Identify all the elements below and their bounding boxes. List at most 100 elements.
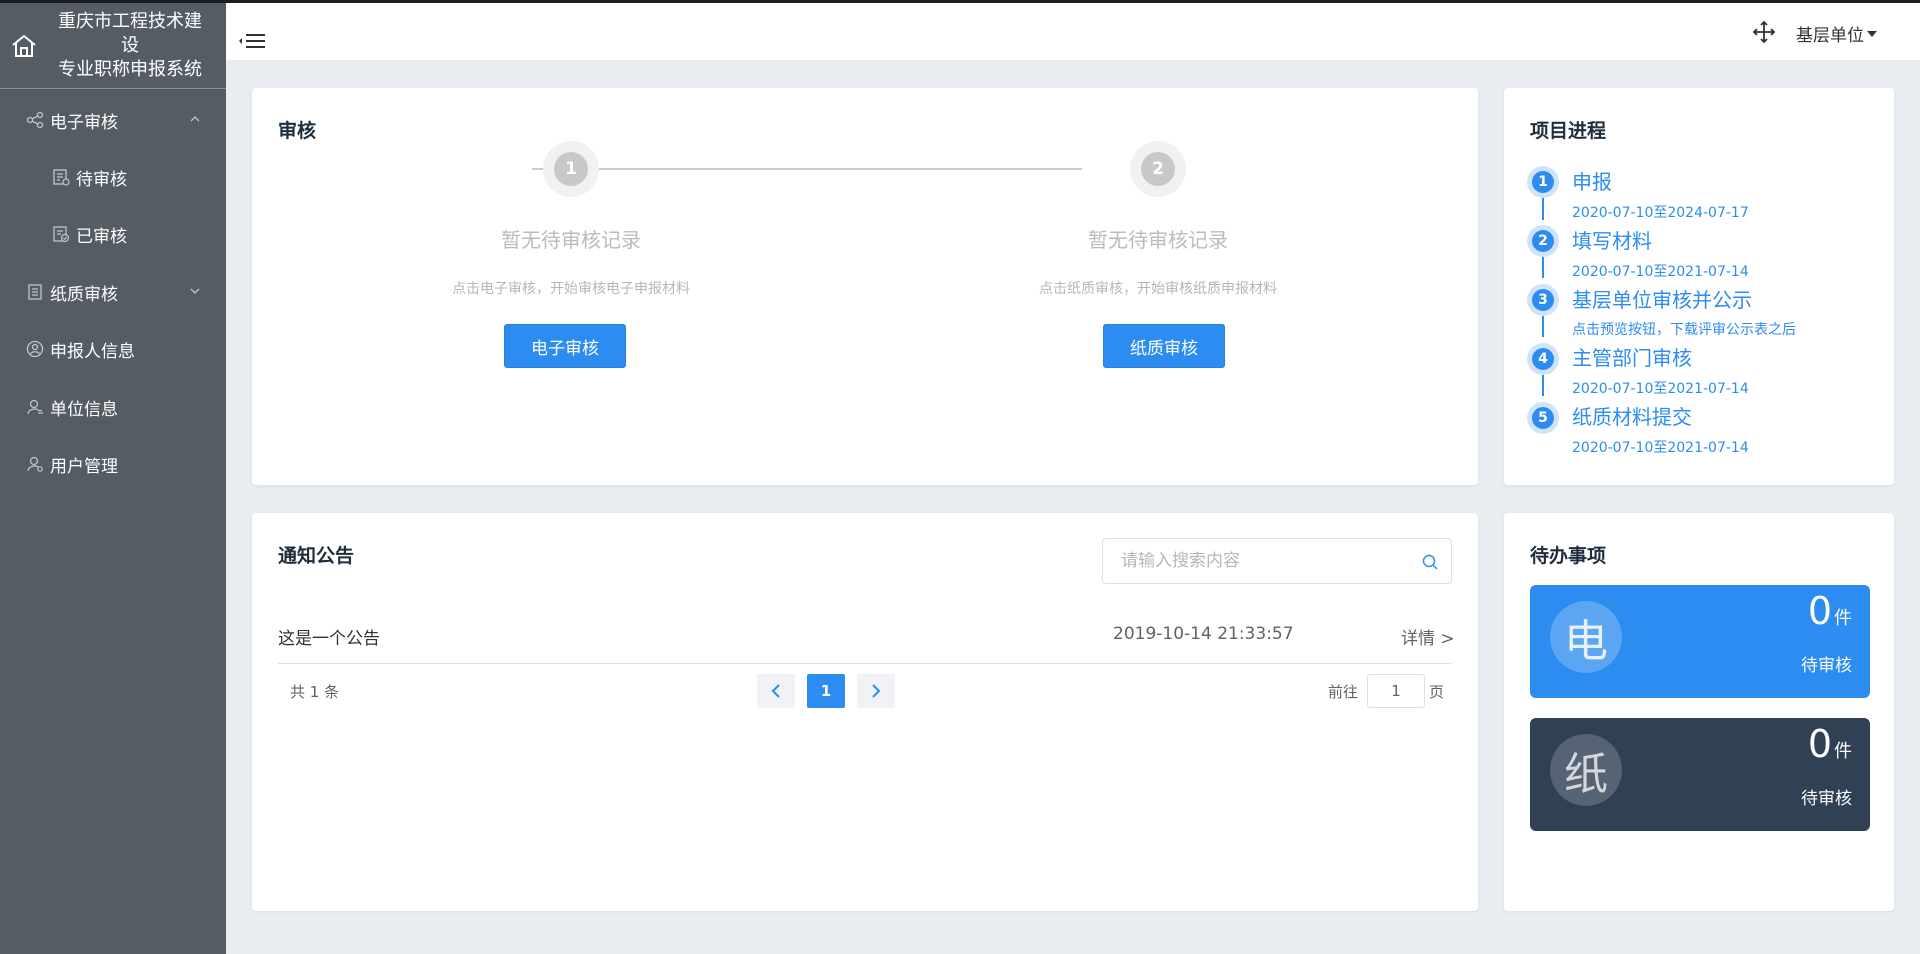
menu-unit-info[interactable]: 单位信息 (0, 379, 226, 435)
chevron-left-icon (771, 684, 780, 698)
notice-row-title[interactable]: 这是一个公告 (278, 624, 380, 649)
pagination-page-current[interactable]: 1 (807, 674, 845, 708)
step-1-circle: 1 (543, 141, 599, 197)
paper-audit-button[interactable]: 纸质审核 (1103, 324, 1225, 368)
app-title-line2: 专业职称申报系统 (58, 58, 202, 80)
electronic-audit-button[interactable]: 电子审核 (504, 324, 626, 368)
timeline-title-2[interactable]: 填写材料 (1572, 225, 1652, 254)
user-dropdown[interactable]: 基层单位 (1796, 21, 1877, 46)
menu-user-management-label: 用户管理 (50, 456, 118, 477)
todo-card-title: 待办事项 (1530, 545, 1607, 567)
timeline-node-3: 3 (1527, 284, 1559, 316)
chevron-right-icon (872, 684, 881, 698)
todo-electronic-count-unit: 件 (1834, 608, 1852, 629)
timeline-node-2: 2 (1527, 225, 1559, 257)
todo-electronic-pending[interactable]: 电 0 件 待审核 (1530, 585, 1870, 698)
timeline-title-4[interactable]: 主管部门审核 (1572, 342, 1692, 371)
notice-search (1102, 538, 1452, 584)
timeline-node-3-number: 3 (1532, 289, 1554, 311)
todo-paper-pending[interactable]: 纸 0 件 待审核 (1530, 718, 1870, 831)
pagination-goto-label: 前往 (1328, 683, 1359, 701)
progress-card: 项目进程 1 申报 2020-07-10至2024-07-17 2 填写材料 2… (1504, 88, 1894, 485)
timeline-node-1-number: 1 (1532, 171, 1554, 193)
audit-card-title: 审核 (278, 120, 317, 142)
notice-row-detail-link[interactable]: 详情 > (1401, 624, 1455, 649)
user-search-icon (27, 399, 43, 415)
notice-search-input[interactable] (1103, 539, 1403, 583)
menu-electronic-audit-label: 电子审核 (50, 112, 118, 133)
todo-electronic-label: 待审核 (1801, 656, 1852, 676)
app-title: 重庆市工程技术建设 专业职称申报系统 (50, 10, 210, 82)
todo-electronic-count: 0 件 (1808, 589, 1852, 633)
search-icon[interactable] (1421, 553, 1439, 571)
user-gear-icon (27, 456, 43, 472)
menu-electronic-audit[interactable]: 电子审核 (0, 92, 226, 148)
todo-card: 待办事项 电 0 件 待审核 纸 0 件 待审核 (1504, 513, 1894, 911)
menu-audited-label: 已审核 (76, 226, 127, 247)
step-2-number: 2 (1141, 152, 1175, 186)
chevron-down-icon (190, 288, 200, 294)
menu-paper-audit[interactable]: 纸质审核 (0, 264, 226, 320)
doc-check-icon (53, 226, 70, 243)
timeline-date-5: 2020-07-10至2021-07-14 (1572, 440, 1749, 456)
timeline-date-1: 2020-07-10至2024-07-17 (1572, 205, 1749, 221)
menu-pending-audit[interactable]: 待审核 (0, 149, 226, 205)
pagination-total: 共 1 条 (290, 683, 340, 701)
timeline-node-2-number: 2 (1532, 230, 1554, 252)
pagination-goto-input[interactable]: 1 (1367, 674, 1425, 708)
timeline-node-4-number: 4 (1532, 348, 1554, 370)
share-icon (26, 111, 44, 129)
timeline-title-5[interactable]: 纸质材料提交 (1572, 401, 1692, 430)
home-icon (12, 34, 36, 57)
menu-applicant-info[interactable]: 申报人信息 (0, 321, 226, 377)
step-1-number: 1 (554, 152, 588, 186)
menu-paper-audit-label: 纸质审核 (50, 284, 118, 305)
step-1-desc: 点击电子审核，开始审核电子申报材料 (452, 281, 690, 297)
pagination-prev-button[interactable] (757, 674, 795, 708)
todo-electronic-count-number: 0 (1807, 589, 1832, 633)
menu-audited[interactable]: 已审核 (0, 206, 226, 262)
step-2-empty-title: 暂无待审核记录 (1088, 228, 1228, 252)
top-header: 基层单位 (226, 3, 1920, 60)
timeline-date-3: 点击预览按钮，下载评审公示表之后 (1572, 322, 1796, 338)
menu-user-management[interactable]: 用户管理 (0, 436, 226, 492)
pagination-next-button[interactable] (857, 674, 895, 708)
notice-divider (278, 663, 1452, 664)
audit-card: 审核 1 暂无待审核记录 点击电子审核，开始审核电子申报材料 电子审核 2 暂无… (252, 88, 1478, 485)
todo-paper-count: 0 件 (1808, 722, 1852, 766)
sidebar: 重庆市工程技术建设 专业职称申报系统 电子审核 待审核 已审核 纸质审核 申报人… (0, 3, 226, 954)
todo-paper-label: 待审核 (1801, 789, 1852, 809)
menu-pending-audit-label: 待审核 (76, 169, 127, 190)
menu-unit-info-label: 单位信息 (50, 399, 118, 420)
app-title-line1: 重庆市工程技术建设 (58, 10, 202, 56)
step-2-desc: 点击纸质审核，开始审核纸质申报材料 (1039, 281, 1277, 297)
timeline-node-4: 4 (1527, 343, 1559, 375)
menu-collapse-icon[interactable] (238, 33, 266, 55)
step-1-empty-title: 暂无待审核记录 (501, 228, 641, 252)
pagination-page-unit: 页 (1429, 683, 1445, 701)
caret-down-icon (1867, 30, 1877, 37)
todo-paper-count-unit: 件 (1834, 741, 1852, 762)
todo-paper-count-number: 0 (1807, 722, 1832, 766)
timeline-node-1: 1 (1527, 166, 1559, 198)
timeline-date-4: 2020-07-10至2021-07-14 (1572, 381, 1749, 397)
todo-paper-badge: 纸 (1550, 734, 1622, 806)
fullscreen-icon[interactable] (1752, 20, 1776, 44)
progress-card-title: 项目进程 (1530, 120, 1607, 142)
step-2-circle: 2 (1130, 141, 1186, 197)
todo-electronic-badge: 电 (1550, 601, 1622, 673)
step-connector (532, 168, 1082, 170)
brand[interactable]: 重庆市工程技术建设 专业职称申报系统 (0, 3, 226, 89)
chevron-up-icon (190, 116, 200, 122)
timeline-title-1[interactable]: 申报 (1572, 166, 1612, 195)
timeline-title-3[interactable]: 基层单位审核并公示 (1572, 284, 1752, 313)
user-dropdown-label: 基层单位 (1796, 26, 1864, 46)
timeline-date-2: 2020-07-10至2021-07-14 (1572, 264, 1749, 280)
notice-card-title: 通知公告 (278, 545, 355, 567)
user-circle-icon (26, 340, 44, 358)
notice-card: 通知公告 这是一个公告 2019-10-14 21:33:57 详情 > 共 1… (252, 513, 1478, 911)
paper-doc-icon (28, 284, 42, 300)
notice-row-time: 2019-10-14 21:33:57 (1113, 624, 1294, 644)
menu-applicant-info-label: 申报人信息 (50, 341, 135, 362)
doc-list-icon (53, 169, 70, 186)
